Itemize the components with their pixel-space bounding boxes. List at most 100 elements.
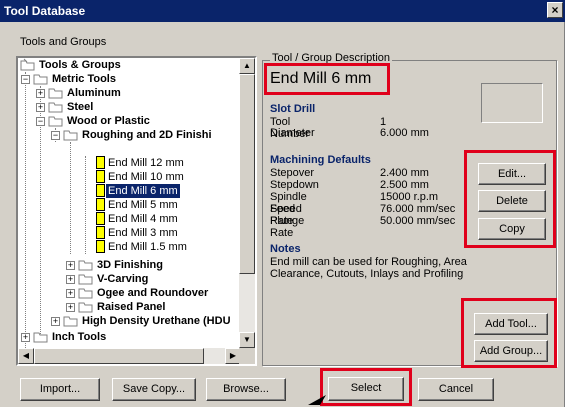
expand-icon[interactable]: +	[21, 333, 30, 342]
tree-item-metric-tools[interactable]: − Metric Tools	[18, 72, 238, 86]
window-title: Tool Database	[4, 4, 86, 18]
tree-item-label: End Mill 5 mm	[108, 199, 178, 211]
expand-icon[interactable]: +	[66, 289, 75, 298]
title-bar: Tool Database ×	[0, 0, 565, 22]
tree-item-end-mill-10[interactable]: End Mill 10 mm	[78, 170, 238, 184]
scroll-down-icon[interactable]: ▼	[239, 332, 255, 348]
stepdown-value: 2.500 mm	[380, 179, 429, 191]
add-buttons-highlight	[461, 298, 557, 368]
tree-item-hdu[interactable]: + High Density Urethane (HDU	[48, 314, 241, 328]
scroll-thumb[interactable]	[34, 348, 204, 364]
tree-item-label: Tools & Groups	[39, 59, 121, 71]
collapse-icon[interactable]: −	[36, 117, 45, 126]
tree-item-steel[interactable]: + Steel	[33, 100, 238, 114]
tree-item-ogee[interactable]: + Ogee and Roundover	[63, 286, 241, 300]
browse-button[interactable]: Browse...	[206, 378, 286, 401]
tree-item-label: End Mill 4 mm	[108, 213, 178, 225]
stepdown-label: Stepdown	[270, 179, 319, 191]
end-mill-icon	[96, 212, 105, 225]
expand-icon[interactable]: +	[66, 303, 75, 312]
tree-item-label: Roughing and 2D Finishi	[82, 129, 212, 141]
save-copy-button[interactable]: Save Copy...	[112, 378, 196, 401]
notes-heading: Notes	[270, 243, 301, 255]
tree-item-label: Ogee and Roundover	[97, 287, 209, 299]
scroll-thumb[interactable]	[239, 74, 255, 274]
tree-item-v-carving[interactable]: + V-Carving	[63, 272, 241, 286]
close-icon[interactable]: ×	[547, 2, 563, 18]
tree-item-label: Aluminum	[67, 87, 121, 99]
stepover-label: Stepover	[270, 167, 315, 179]
select-button-highlight	[320, 368, 412, 406]
tool-name-highlight	[264, 63, 390, 95]
tree-item-aluminum[interactable]: + Aluminum	[33, 86, 238, 100]
expand-icon[interactable]: +	[66, 275, 75, 284]
diameter-label: Diameter	[270, 127, 315, 139]
folder-icon	[78, 274, 93, 285]
tree-item-label: End Mill 1.5 mm	[108, 241, 187, 253]
feed-rate-value: 76.000 mm/sec	[380, 203, 456, 215]
tree-item-inch-tools[interactable]: + Inch Tools	[18, 330, 238, 344]
tree-item-wood-or-plastic[interactable]: − Wood or Plastic	[33, 114, 238, 128]
tree-item-label: End Mill 10 mm	[108, 171, 184, 183]
tree-connector	[25, 72, 26, 348]
folder-icon	[78, 288, 93, 299]
tool-preview-image	[481, 83, 543, 123]
notes-line-1: End mill can be used for Roughing, Area	[270, 256, 467, 268]
folder-icon	[48, 116, 63, 127]
folder-icon	[33, 332, 48, 343]
collapse-icon[interactable]: −	[51, 131, 60, 140]
folder-icon	[48, 88, 63, 99]
scroll-up-icon[interactable]: ▲	[239, 58, 255, 74]
tool-type: Slot Drill	[270, 103, 316, 115]
tree-item-label: Inch Tools	[52, 331, 107, 343]
tree-item-end-mill-4[interactable]: End Mill 4 mm	[78, 212, 238, 226]
end-mill-icon	[96, 184, 105, 197]
tree-item-label: End Mill 3 mm	[108, 227, 178, 239]
tree-item-label-selected: End Mill 6 mm	[106, 184, 180, 198]
tree-item-end-mill-3[interactable]: End Mill 3 mm	[78, 226, 238, 240]
tree-item-tools-and-groups[interactable]: Tools & Groups	[18, 58, 238, 72]
cancel-button[interactable]: Cancel	[418, 378, 494, 401]
end-mill-icon	[96, 156, 105, 169]
tree-item-3d-finishing[interactable]: + 3D Finishing	[63, 258, 241, 272]
expand-icon[interactable]: +	[51, 317, 60, 326]
tree-vertical-scrollbar[interactable]: ▲ ▼	[239, 58, 255, 348]
expand-icon[interactable]: +	[36, 103, 45, 112]
tree-item-end-mill-6[interactable]: End Mill 6 mm	[78, 184, 238, 198]
tree-item-end-mill-12[interactable]: End Mill 12 mm	[78, 156, 238, 170]
tree-item-label: End Mill 12 mm	[108, 157, 184, 169]
tree-item-end-mill-5[interactable]: End Mill 5 mm	[78, 198, 238, 212]
scroll-left-icon[interactable]: ◀	[18, 348, 34, 364]
tree-item-label: Metric Tools	[52, 73, 116, 85]
folder-icon	[63, 130, 78, 141]
tools-and-groups-label: Tools and Groups	[20, 36, 107, 48]
stepover-value: 2.400 mm	[380, 167, 429, 179]
tree-item-label: V-Carving	[97, 273, 149, 285]
expand-icon[interactable]: +	[66, 261, 75, 270]
tree-item-raised-panel[interactable]: + Raised Panel	[63, 300, 241, 314]
tree-horizontal-scrollbar[interactable]: ◀ ▶	[18, 348, 241, 364]
folder-icon	[48, 102, 63, 113]
spindle-speed-value: 15000 r.p.m	[380, 191, 439, 203]
scroll-corner	[239, 348, 255, 364]
tree-item-label: Raised Panel	[97, 301, 166, 313]
end-mill-icon	[96, 240, 105, 253]
diameter-value: 6.000 mm	[380, 127, 429, 139]
end-mill-icon	[96, 170, 105, 183]
tree-item-label: High Density Urethane (HDU	[82, 315, 231, 327]
notes-line-2: Clearance, Cutouts, Inlays and Profiling	[270, 268, 464, 280]
tool-tree[interactable]: Tools & Groups − Metric Tools + Aluminum…	[16, 56, 257, 366]
tree-item-label: Steel	[67, 101, 94, 113]
edit-delete-copy-highlight	[464, 150, 556, 248]
tree-item-label: Wood or Plastic	[67, 115, 150, 127]
tree-connector	[70, 142, 71, 254]
folder-icon	[78, 302, 93, 313]
tree-item-end-mill-1-5[interactable]: End Mill 1.5 mm	[78, 240, 238, 254]
expand-icon[interactable]: +	[36, 89, 45, 98]
folder-icon	[78, 260, 93, 271]
tree-item-roughing[interactable]: − Roughing and 2D Finishi	[48, 128, 241, 142]
folder-icon	[20, 58, 35, 71]
tool-database-window: Tool Database × Tools and Groups Tools &…	[0, 0, 565, 407]
import-button[interactable]: Import...	[20, 378, 100, 401]
collapse-icon[interactable]: −	[21, 75, 30, 84]
